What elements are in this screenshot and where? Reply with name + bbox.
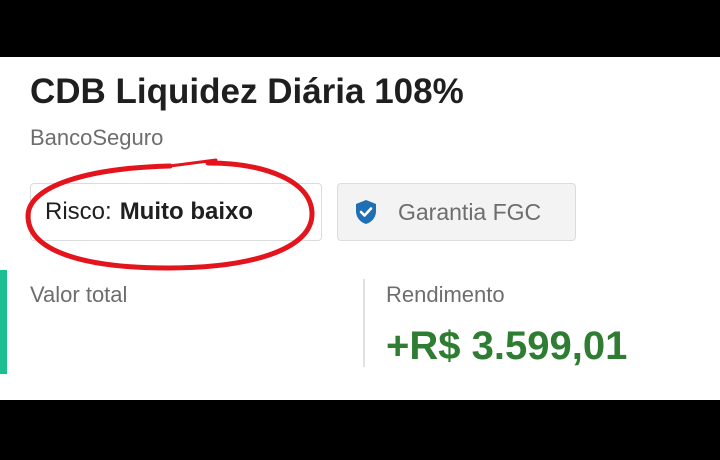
stat-divider (363, 279, 365, 367)
issuer-name: BancoSeguro (30, 125, 164, 150)
guarantee-label: Garantia FGC (398, 198, 542, 225)
product-title: CDB Liquidez Diária 108% (30, 72, 464, 111)
guarantee-chip: Garantia FGC (337, 183, 576, 241)
yield-stat: Rendimento +R$ 3.599,01 (386, 282, 627, 369)
risk-chip: Risco: Muito baixo (30, 183, 322, 241)
shield-check-icon (354, 199, 378, 225)
total-value-stat: Valor total (30, 282, 127, 308)
risk-label: Risco: (45, 198, 112, 225)
accent-bar (0, 270, 7, 374)
risk-value: Muito baixo (119, 198, 254, 225)
yield-value: +R$ 3.599,01 (386, 324, 628, 368)
total-value-label: Valor total (30, 282, 128, 307)
investment-card: CDB Liquidez Diária 108% BancoSeguro Ris… (0, 57, 720, 400)
yield-label: Rendimento (386, 282, 505, 307)
